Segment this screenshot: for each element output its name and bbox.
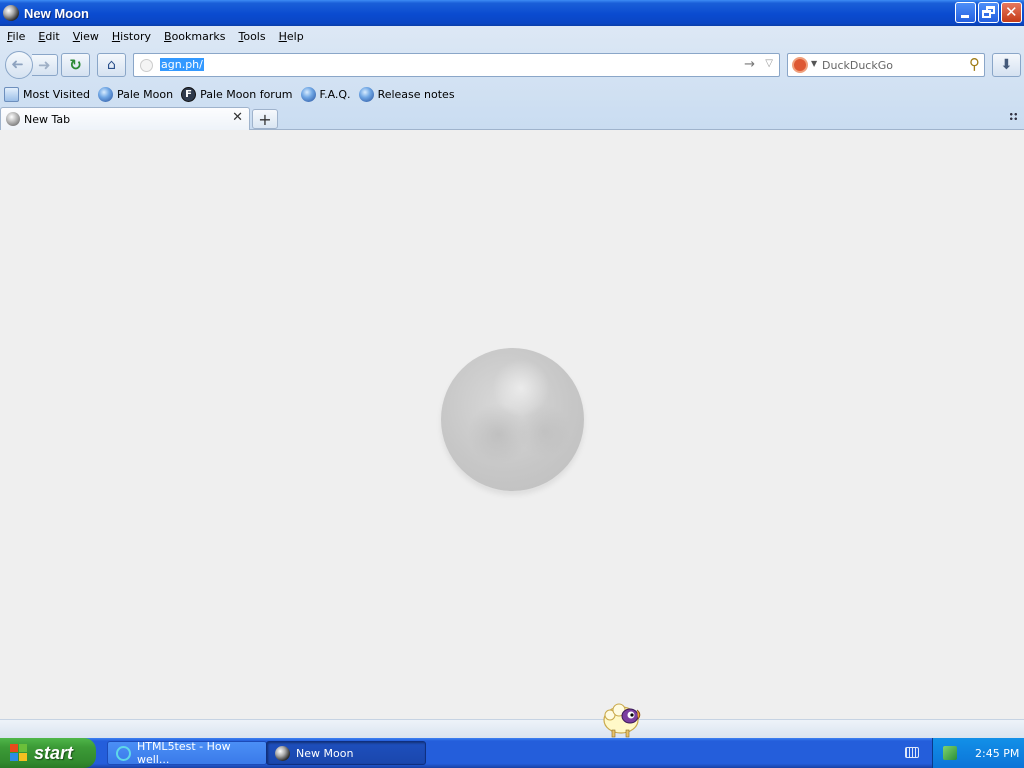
pale-moon-app-icon[interactable] bbox=[3, 5, 19, 21]
restore-icon-front bbox=[982, 10, 991, 18]
pale-moon-icon bbox=[358, 86, 374, 102]
tab-label: New Tab bbox=[24, 112, 71, 126]
clock[interactable]: 2:45 PM bbox=[975, 747, 1019, 760]
pale-moon-icon bbox=[300, 86, 316, 102]
address-bar[interactable]: agn.ph/ → ▽ bbox=[133, 53, 780, 77]
moon-logo bbox=[441, 348, 584, 491]
site-identity-icon[interactable] bbox=[140, 59, 153, 72]
system-tray: 2:45 PM bbox=[932, 738, 1024, 768]
duckduckgo-icon[interactable] bbox=[792, 57, 808, 73]
forward-arrow-icon: ➜ bbox=[38, 56, 51, 74]
plus-icon: + bbox=[258, 109, 272, 129]
windows-taskbar: start HTML5test - How well... New Moon 2… bbox=[0, 738, 1024, 768]
taskbar-item-html5test[interactable]: HTML5test - How well... bbox=[107, 740, 267, 766]
engine-dropdown-icon[interactable]: ▼ bbox=[811, 59, 817, 68]
sheep-desktop-pet[interactable] bbox=[601, 700, 643, 738]
bookmark-most-visited[interactable]: Most Visited bbox=[4, 86, 90, 102]
bookmark-pale-moon-forum[interactable]: F Pale Moon forum bbox=[181, 86, 293, 102]
taskbar-item-new-moon[interactable]: New Moon bbox=[266, 741, 426, 765]
pale-moon-icon bbox=[97, 86, 113, 102]
forward-button[interactable]: ➜ bbox=[32, 54, 58, 76]
history-dropdown-icon[interactable]: ▽ bbox=[765, 58, 773, 69]
browser-chrome: File Edit View History Bookmarks Tools H… bbox=[0, 26, 1024, 130]
bookmarks-toolbar: Most Visited Pale Moon F Pale Moon forum … bbox=[0, 83, 459, 105]
navigation-toolbar: ➜ ➜ ↻ ⌂ agn.ph/ → ▽ ▼ DuckDuckGo ⚲ ⬇ bbox=[0, 48, 1024, 80]
menu-view[interactable]: View bbox=[66, 30, 105, 43]
status-bar bbox=[0, 719, 1024, 738]
close-window-button[interactable]: ✕ bbox=[1001, 2, 1022, 23]
tab-strip: New Tab ✕ + bbox=[0, 106, 1024, 130]
back-arrow-icon: ➜ bbox=[11, 55, 24, 73]
search-magnifier-icon[interactable]: ⚲ bbox=[969, 55, 980, 73]
downloads-button[interactable]: ⬇ bbox=[992, 53, 1021, 77]
window-title: New Moon bbox=[24, 5, 89, 21]
download-arrow-icon: ⬇ bbox=[1000, 57, 1013, 73]
menu-edit[interactable]: Edit bbox=[31, 30, 65, 43]
address-input[interactable]: agn.ph/ bbox=[160, 58, 204, 71]
close-tab-icon[interactable]: ✕ bbox=[232, 110, 243, 125]
start-button[interactable]: start bbox=[0, 738, 96, 768]
search-bar[interactable]: ▼ DuckDuckGo ⚲ bbox=[787, 53, 985, 77]
back-button[interactable]: ➜ bbox=[5, 51, 33, 79]
menu-bar: File Edit View History Bookmarks Tools H… bbox=[0, 26, 310, 46]
menu-help[interactable]: Help bbox=[272, 30, 310, 43]
windows-logo-icon bbox=[10, 744, 28, 762]
forum-icon: F bbox=[181, 86, 197, 102]
menu-bookmarks[interactable]: Bookmarks bbox=[157, 30, 231, 43]
page-content bbox=[0, 130, 1024, 719]
home-button[interactable]: ⌂ bbox=[97, 53, 126, 77]
menu-tools[interactable]: Tools bbox=[231, 30, 271, 43]
bookmark-pale-moon[interactable]: Pale Moon bbox=[97, 86, 173, 102]
pale-moon-task-icon bbox=[275, 745, 290, 761]
minimize-button[interactable] bbox=[955, 2, 976, 23]
tab-favicon-icon bbox=[6, 112, 20, 126]
bookmark-release-notes[interactable]: Release notes bbox=[358, 86, 455, 102]
browser-task-icon bbox=[116, 745, 131, 761]
most-visited-icon bbox=[4, 86, 19, 102]
keyboard-layout-icon[interactable] bbox=[905, 747, 919, 758]
network-tray-icon[interactable] bbox=[943, 746, 957, 760]
reload-button[interactable]: ↻ bbox=[61, 53, 90, 77]
title-bar: New Moon ✕ bbox=[0, 0, 1024, 26]
restore-button[interactable] bbox=[978, 2, 999, 23]
window-controls: ✕ bbox=[955, 2, 1022, 23]
menu-file[interactable]: File bbox=[0, 30, 31, 43]
tab-new-tab[interactable]: New Tab ✕ bbox=[0, 107, 250, 130]
tab-groups-icon[interactable] bbox=[1009, 112, 1018, 121]
search-input[interactable]: DuckDuckGo bbox=[822, 59, 893, 72]
start-label: start bbox=[34, 742, 74, 763]
go-arrow-icon[interactable]: → bbox=[744, 57, 755, 72]
home-icon: ⌂ bbox=[107, 57, 116, 73]
bookmark-faq[interactable]: F.A.Q. bbox=[300, 86, 351, 102]
reload-icon: ↻ bbox=[69, 56, 82, 74]
menu-history[interactable]: History bbox=[105, 30, 157, 43]
close-icon: ✕ bbox=[1005, 3, 1018, 21]
minimize-icon bbox=[961, 15, 969, 18]
new-tab-button[interactable]: + bbox=[252, 109, 278, 129]
